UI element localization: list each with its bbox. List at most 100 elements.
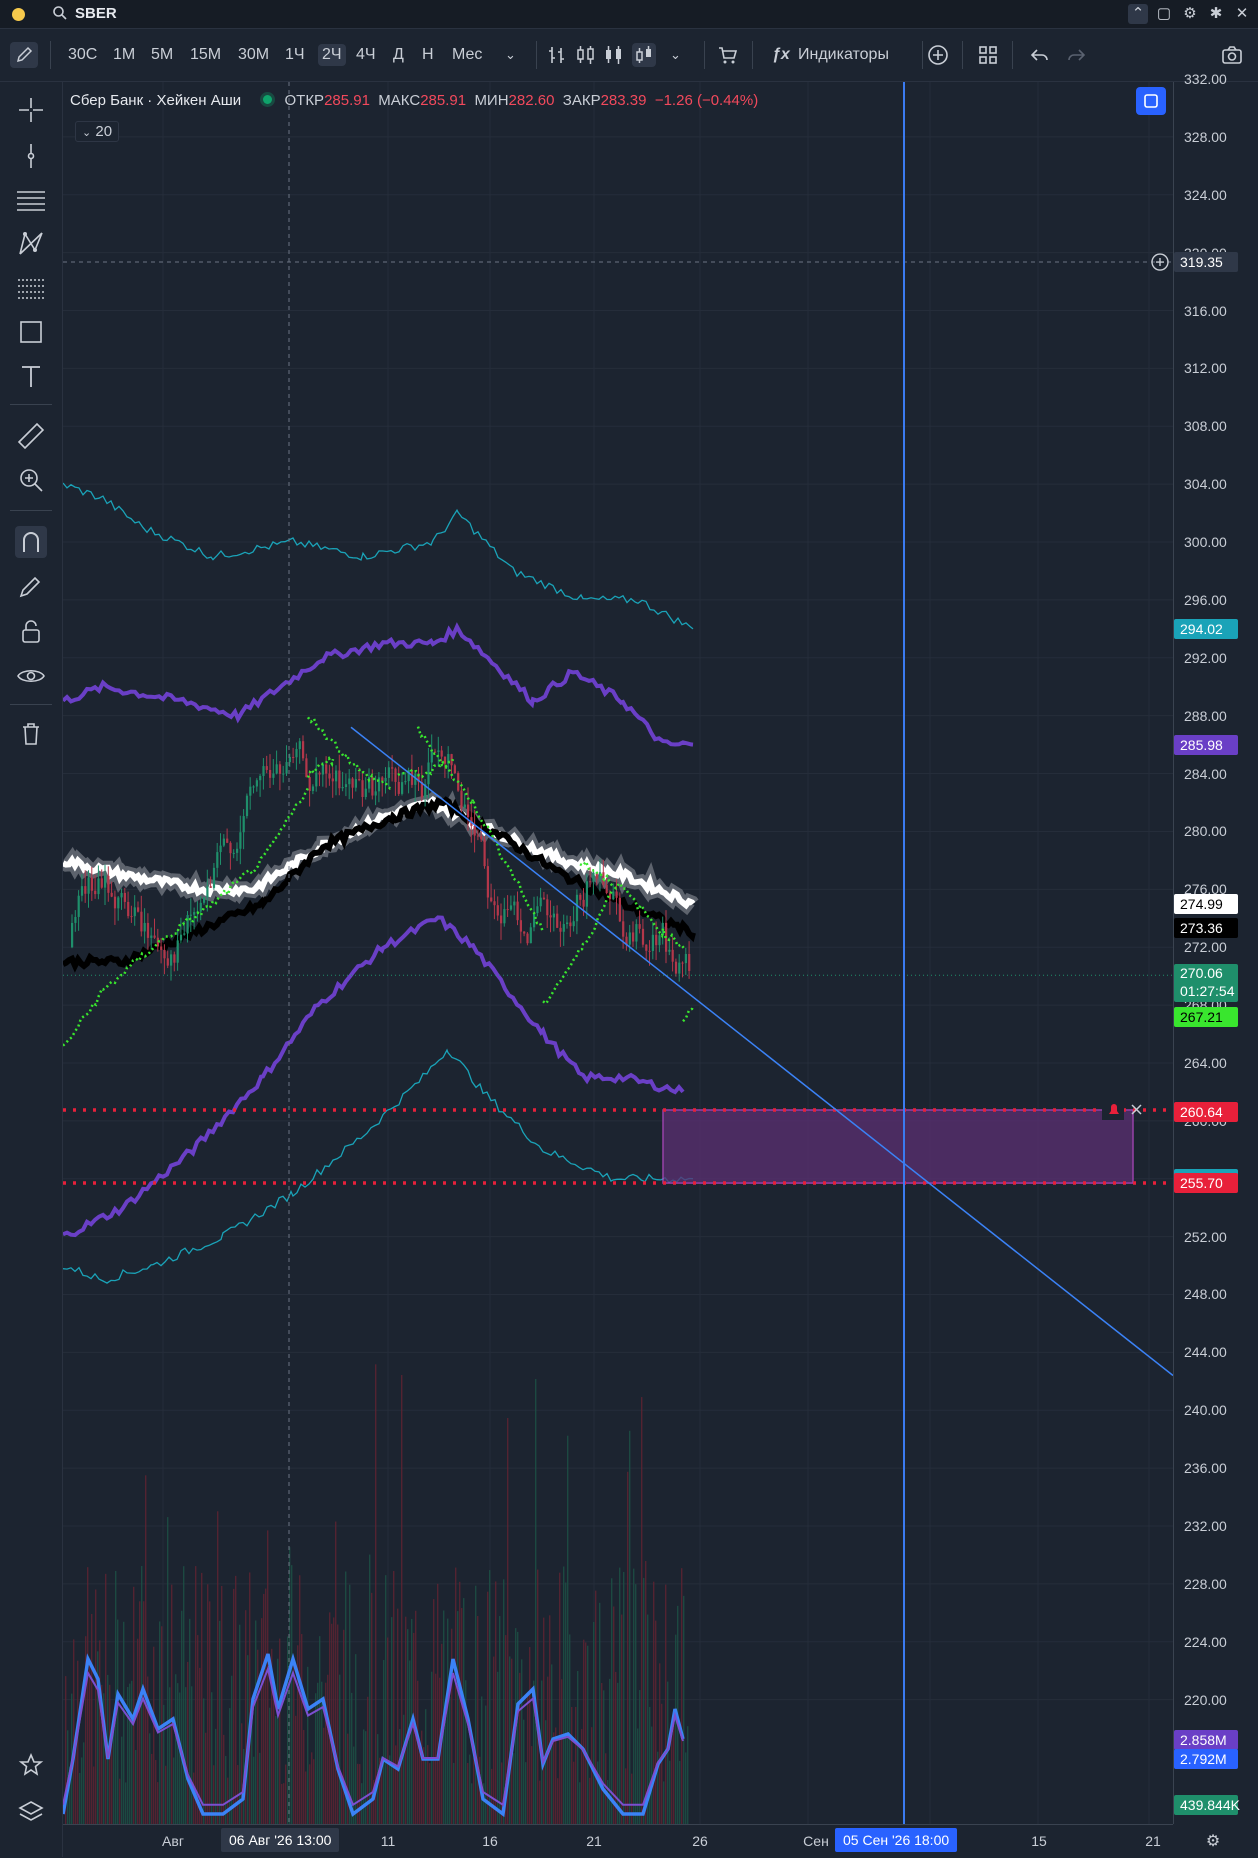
bars-icon[interactable] xyxy=(546,43,570,67)
volume-bar xyxy=(453,1762,455,1824)
restore-icon[interactable]: ▢ xyxy=(1154,4,1174,24)
volume-bar xyxy=(359,1764,361,1824)
candle-body xyxy=(315,772,318,787)
candle-body xyxy=(278,764,282,774)
volume-bar xyxy=(201,1572,203,1824)
candle-body xyxy=(255,780,258,787)
pencil-lock-icon[interactable] xyxy=(15,572,47,604)
time-axis[interactable]: Авг 11 16 21 26 Сен 15 21 06 Авг '26 13:00 05 Сен… xyxy=(63,1824,1220,1858)
volume-bar xyxy=(645,1561,647,1824)
indicator-legend[interactable]: ⌄ 20 xyxy=(75,121,120,142)
title-bar: SBER ⌃ ▢ ⚙ ✱ ✕ xyxy=(0,0,1258,29)
crosshair-icon[interactable] xyxy=(15,94,47,126)
magnet-icon[interactable] xyxy=(15,526,47,558)
price-chart[interactable] xyxy=(63,82,1173,1824)
text-icon[interactable] xyxy=(15,360,47,392)
volume-bar xyxy=(431,1671,433,1824)
eye-icon[interactable] xyxy=(15,660,47,692)
pencil-icon[interactable] xyxy=(10,42,38,68)
heikin-ashi-icon[interactable] xyxy=(632,43,656,67)
high-value: 285.91 xyxy=(420,92,467,109)
chevron-down-icon[interactable]: ⌄ xyxy=(670,44,681,66)
parallel-lines-icon[interactable] xyxy=(15,184,47,216)
symbol-description[interactable]: Сбер Банк · Хейкен Аши xyxy=(70,92,241,109)
interval-3[interactable]: 15М xyxy=(190,44,221,66)
close-icon[interactable]: ✕ xyxy=(1232,4,1252,24)
candle-body xyxy=(430,751,433,763)
interval-9[interactable]: Н xyxy=(422,44,434,66)
volume-bar xyxy=(663,1781,665,1824)
lock-icon[interactable] xyxy=(15,616,47,648)
candles-icon[interactable] xyxy=(574,43,598,67)
layers-icon[interactable] xyxy=(15,1796,47,1828)
interval-6[interactable]: 2Ч xyxy=(318,44,346,66)
volume-bar xyxy=(145,1475,147,1824)
volume-bar xyxy=(561,1679,563,1824)
volume-bar xyxy=(241,1723,243,1824)
candle-body xyxy=(579,894,582,900)
interval-2[interactable]: 5М xyxy=(151,44,173,66)
interval-8[interactable]: Д xyxy=(393,44,404,66)
trash-icon[interactable] xyxy=(15,718,47,750)
candle-body xyxy=(384,777,387,782)
pattern-icon[interactable] xyxy=(15,228,47,260)
layout-icon[interactable] xyxy=(976,43,1000,67)
add-icon[interactable] xyxy=(926,43,950,67)
supertrend-up-1 xyxy=(63,787,310,1047)
sync-button[interactable] xyxy=(1136,87,1166,115)
price-axis[interactable]: 332.00328.00324.00320.00316.00312.00308.… xyxy=(1173,71,1258,1824)
vertical-line-icon[interactable] xyxy=(15,140,47,172)
volume-bar xyxy=(133,1586,135,1824)
camera-icon[interactable] xyxy=(1220,43,1244,67)
candle-body xyxy=(668,949,671,952)
volume-bar xyxy=(311,1752,313,1824)
rectangle-icon[interactable] xyxy=(15,316,47,348)
candle-body xyxy=(344,784,348,788)
volume-bar xyxy=(627,1471,629,1824)
volume-bar xyxy=(433,1599,435,1824)
redo-icon[interactable] xyxy=(1064,43,1088,67)
zoom-icon[interactable] xyxy=(15,464,47,496)
volume-bar xyxy=(659,1663,661,1824)
fib-icon[interactable] xyxy=(15,272,47,304)
price-tick: 264.00 xyxy=(1184,1054,1227,1071)
cart-icon[interactable] xyxy=(716,43,740,67)
candle-body xyxy=(671,949,674,962)
interval-1[interactable]: 1М xyxy=(113,44,135,66)
search-icon[interactable] xyxy=(52,5,68,21)
function-icon[interactable]: ƒx xyxy=(772,44,790,66)
interval-5[interactable]: 1Ч xyxy=(285,44,305,66)
chevron-down-icon[interactable]: ⌄ xyxy=(82,127,91,139)
price-tag: 2.858M xyxy=(1174,1730,1238,1751)
interval-0[interactable]: 30С xyxy=(68,44,97,66)
gear-icon[interactable]: ✱ xyxy=(1206,4,1226,24)
interval-10[interactable]: Мес xyxy=(452,44,482,66)
candle-body xyxy=(143,922,146,932)
ruler-icon[interactable] xyxy=(15,420,47,452)
hollow-candles-icon[interactable] xyxy=(602,43,626,67)
settings-icon[interactable]: ⚙ xyxy=(1206,1831,1220,1851)
chevron-up-icon[interactable]: ⌃ xyxy=(1128,4,1148,24)
settings-icon[interactable]: ⚙ xyxy=(1180,4,1200,24)
candle-body xyxy=(275,764,278,774)
volume-bar xyxy=(629,1430,631,1824)
candle-body xyxy=(397,781,400,794)
candle-body xyxy=(358,779,361,781)
interval-7[interactable]: 4Ч xyxy=(356,44,376,66)
volume-bar xyxy=(681,1568,683,1824)
candle-body xyxy=(120,892,123,898)
chevron-down-icon[interactable]: ⌄ xyxy=(505,44,516,66)
interval-4[interactable]: 30М xyxy=(238,44,269,66)
indicators-button[interactable]: Индикаторы xyxy=(798,44,889,66)
volume-bar xyxy=(613,1606,615,1824)
volume-bar xyxy=(575,1706,577,1824)
volume-bar xyxy=(539,1780,541,1824)
candle-body xyxy=(490,897,493,902)
price-tick: 252.00 xyxy=(1184,1228,1227,1245)
candle-body xyxy=(84,886,87,894)
volume-bar xyxy=(383,1659,385,1824)
star-icon[interactable] xyxy=(15,1750,47,1782)
undo-icon[interactable] xyxy=(1028,43,1052,67)
close-value: 283.39 xyxy=(600,92,647,109)
symbol-name[interactable]: SBER xyxy=(75,5,117,22)
